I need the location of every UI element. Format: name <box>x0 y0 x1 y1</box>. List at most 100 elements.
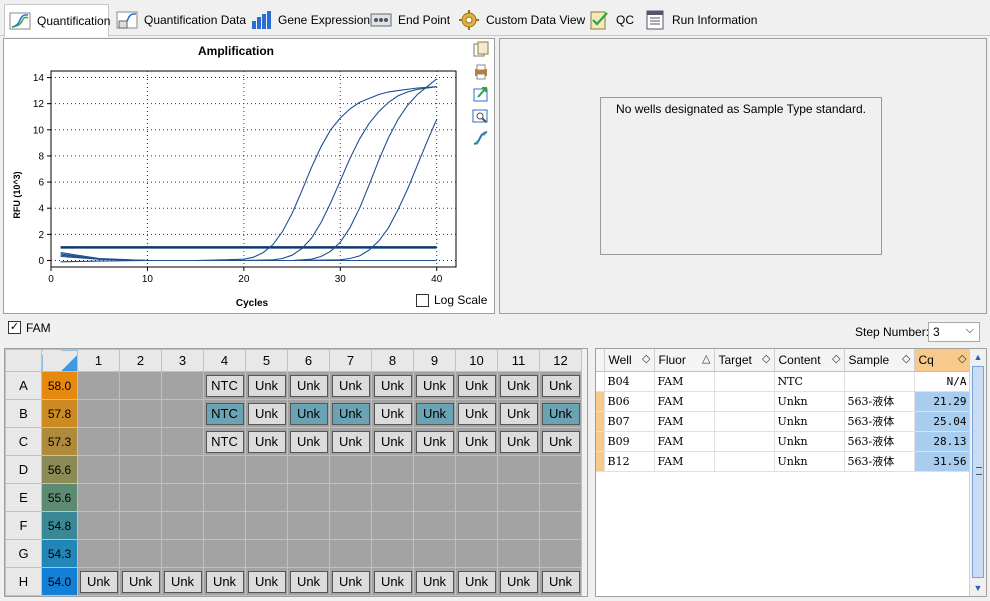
plate-well[interactable]: NTC <box>203 371 246 400</box>
plate-column-header[interactable]: 10 <box>455 349 498 372</box>
plate-well[interactable]: Unk <box>371 567 414 596</box>
row-selector[interactable] <box>596 391 605 412</box>
plate-well[interactable]: Unk <box>455 567 498 596</box>
well-button[interactable]: Unk <box>541 430 580 453</box>
plate-well[interactable]: Unk <box>119 567 162 596</box>
row-selector[interactable] <box>596 451 605 472</box>
plate-well[interactable] <box>119 455 162 484</box>
results-column-header[interactable]: Fluor △ <box>654 349 715 372</box>
plate-well[interactable] <box>77 399 120 428</box>
plate-well[interactable]: Unk <box>371 427 414 456</box>
plate-well[interactable] <box>77 483 120 512</box>
plate-well[interactable]: Unk <box>329 371 372 400</box>
plate-column-header[interactable]: 6 <box>287 349 330 372</box>
plate-well[interactable] <box>161 511 204 540</box>
table-row[interactable]: B06 FAM Unkn 563-液体 21.29 <box>596 391 971 412</box>
plate-well[interactable]: Unk <box>413 427 456 456</box>
well-button[interactable]: Unk <box>541 402 580 425</box>
plate-well[interactable] <box>287 511 330 540</box>
plate-column-header[interactable]: 8 <box>371 349 414 372</box>
plate-well[interactable]: Unk <box>287 371 330 400</box>
plate-well[interactable] <box>413 483 456 512</box>
plate-well[interactable]: Unk <box>77 567 120 596</box>
well-button[interactable]: Unk <box>79 570 118 593</box>
trace-style-icon[interactable] <box>472 129 490 151</box>
plate-well[interactable]: Unk <box>539 427 582 456</box>
sort-icon[interactable]: ◇ <box>958 352 966 365</box>
plate-corner[interactable] <box>5 349 42 372</box>
plate-well[interactable]: Unk <box>245 399 288 428</box>
copy-icon[interactable] <box>472 41 490 63</box>
plate-well[interactable] <box>371 511 414 540</box>
results-column-header[interactable]: Sample ◇ <box>844 349 915 372</box>
plate-well[interactable]: Unk <box>287 567 330 596</box>
well-button[interactable]: Unk <box>415 430 454 453</box>
results-scrollbar[interactable]: ▲ ▼ <box>969 349 986 596</box>
plate-well[interactable]: Unk <box>245 427 288 456</box>
well-button[interactable]: Unk <box>331 570 370 593</box>
plate-well[interactable]: Unk <box>329 427 372 456</box>
plate-well[interactable] <box>245 539 288 568</box>
scroll-up-icon[interactable]: ▲ <box>970 349 986 365</box>
plate-well[interactable] <box>77 539 120 568</box>
plate-well[interactable] <box>161 399 204 428</box>
plate-well[interactable] <box>455 539 498 568</box>
print-icon[interactable] <box>472 63 490 85</box>
table-row[interactable]: B09 FAM Unkn 563-液体 28.13 <box>596 431 971 452</box>
plate-row-header[interactable]: C <box>5 427 42 456</box>
plate-well[interactable] <box>413 511 456 540</box>
well-button[interactable]: NTC <box>205 402 244 425</box>
plate-well[interactable] <box>161 539 204 568</box>
scroll-thumb[interactable] <box>972 366 984 578</box>
well-button[interactable]: Unk <box>247 430 286 453</box>
plate-well[interactable] <box>77 511 120 540</box>
plate-well[interactable]: Unk <box>245 567 288 596</box>
plate-well[interactable] <box>287 539 330 568</box>
plate-well[interactable] <box>203 511 246 540</box>
plate-well[interactable]: Unk <box>371 399 414 428</box>
well-button[interactable]: Unk <box>541 374 580 397</box>
plate-well[interactable] <box>455 483 498 512</box>
plate-well[interactable]: Unk <box>413 371 456 400</box>
plate-well[interactable]: Unk <box>203 567 246 596</box>
tab-quantification[interactable]: Quantification <box>4 4 110 37</box>
plate-well[interactable] <box>77 371 120 400</box>
plate-column-header[interactable]: 11 <box>497 349 540 372</box>
plate-column-header[interactable]: 2 <box>119 349 162 372</box>
well-button[interactable]: NTC <box>205 374 244 397</box>
well-button[interactable]: Unk <box>247 374 286 397</box>
plate-well[interactable] <box>287 455 330 484</box>
plate-well[interactable] <box>539 539 582 568</box>
plate-well[interactable]: Unk <box>497 567 540 596</box>
sort-icon[interactable]: ◇ <box>832 352 840 365</box>
well-button[interactable]: Unk <box>415 570 454 593</box>
plate-column-header[interactable]: 4 <box>203 349 246 372</box>
plate-well[interactable] <box>119 427 162 456</box>
plate-well[interactable] <box>161 371 204 400</box>
sort-icon[interactable]: ◇ <box>762 352 770 365</box>
plate-well[interactable] <box>455 455 498 484</box>
plate-well[interactable] <box>539 511 582 540</box>
plate-well[interactable] <box>203 455 246 484</box>
well-button[interactable]: Unk <box>457 570 496 593</box>
well-button[interactable]: Unk <box>499 374 538 397</box>
plate-row-header[interactable]: E <box>5 483 42 512</box>
plate-row-header[interactable]: G <box>5 539 42 568</box>
plate-well[interactable] <box>497 483 540 512</box>
plate-well[interactable]: Unk <box>413 567 456 596</box>
plate-well[interactable] <box>329 455 372 484</box>
well-button[interactable]: Unk <box>541 570 580 593</box>
zoom-icon[interactable] <box>472 107 490 129</box>
plate-well[interactable]: Unk <box>497 427 540 456</box>
well-button[interactable]: Unk <box>331 374 370 397</box>
plate-well[interactable] <box>371 455 414 484</box>
plate-well[interactable] <box>455 511 498 540</box>
plate-well[interactable] <box>245 455 288 484</box>
plate-well[interactable] <box>161 483 204 512</box>
plate-well[interactable] <box>329 483 372 512</box>
plate-well[interactable]: Unk <box>287 427 330 456</box>
well-button[interactable]: Unk <box>373 402 412 425</box>
plate-well[interactable] <box>329 539 372 568</box>
well-button[interactable]: Unk <box>415 374 454 397</box>
well-button[interactable]: Unk <box>373 374 412 397</box>
